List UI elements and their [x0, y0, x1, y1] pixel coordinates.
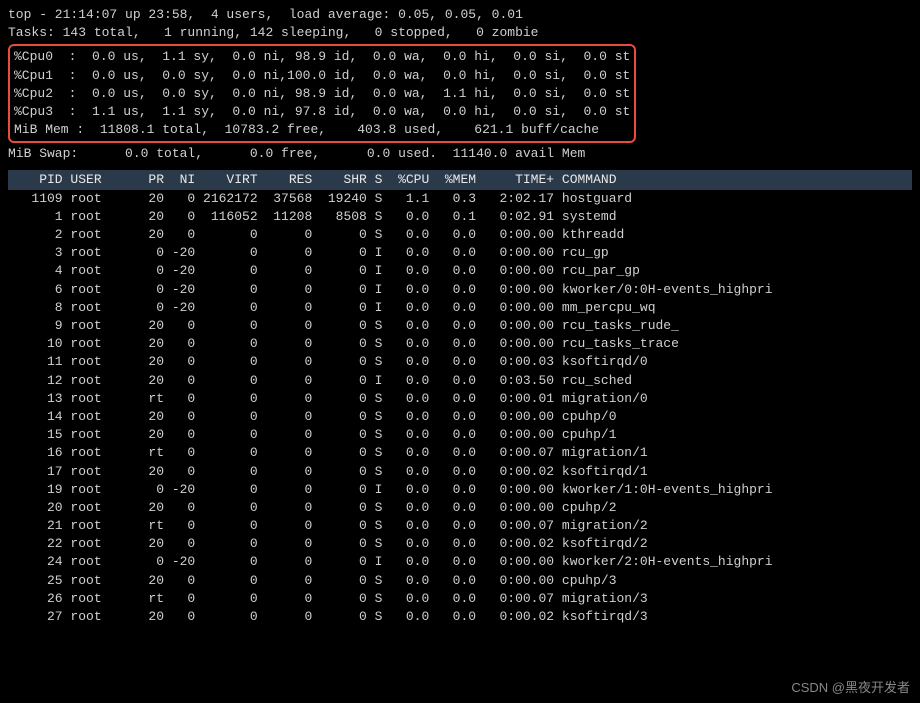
process-row[interactable]: 17 root 20 0 0 0 0 S 0.0 0.0 0:00.02 kso…	[8, 463, 912, 481]
process-row[interactable]: 3 root 0 -20 0 0 0 I 0.0 0.0 0:00.00 rcu…	[8, 244, 912, 262]
process-row[interactable]: 20 root 20 0 0 0 0 S 0.0 0.0 0:00.00 cpu…	[8, 499, 912, 517]
process-row[interactable]: 22 root 20 0 0 0 0 S 0.0 0.0 0:00.02 kso…	[8, 535, 912, 553]
process-row[interactable]: 26 root rt 0 0 0 0 S 0.0 0.0 0:00.07 mig…	[8, 590, 912, 608]
process-row[interactable]: 19 root 0 -20 0 0 0 I 0.0 0.0 0:00.00 kw…	[8, 481, 912, 499]
process-row[interactable]: 4 root 0 -20 0 0 0 I 0.0 0.0 0:00.00 rcu…	[8, 262, 912, 280]
process-row[interactable]: 14 root 20 0 0 0 0 S 0.0 0.0 0:00.00 cpu…	[8, 408, 912, 426]
watermark-text: CSDN @黑夜开发者	[791, 679, 910, 697]
process-row[interactable]: 21 root rt 0 0 0 0 S 0.0 0.0 0:00.07 mig…	[8, 517, 912, 535]
process-row[interactable]: 12 root 20 0 0 0 0 I 0.0 0.0 0:03.50 rcu…	[8, 372, 912, 390]
process-row[interactable]: 27 root 20 0 0 0 0 S 0.0 0.0 0:00.02 kso…	[8, 608, 912, 626]
process-row[interactable]: 15 root 20 0 0 0 0 S 0.0 0.0 0:00.00 cpu…	[8, 426, 912, 444]
process-row[interactable]: 2 root 20 0 0 0 0 S 0.0 0.0 0:00.00 kthr…	[8, 226, 912, 244]
process-row[interactable]: 13 root rt 0 0 0 0 S 0.0 0.0 0:00.01 mig…	[8, 390, 912, 408]
cpu0-line: %Cpu0 : 0.0 us, 1.1 sy, 0.0 ni, 98.9 id,…	[14, 48, 630, 66]
process-row[interactable]: 1 root 20 0 116052 11208 8508 S 0.0 0.1 …	[8, 208, 912, 226]
cpu-mem-highlight-box: %Cpu0 : 0.0 us, 1.1 sy, 0.0 ni, 98.9 id,…	[8, 44, 636, 143]
swap-line: MiB Swap: 0.0 total, 0.0 free, 0.0 used.…	[8, 145, 912, 163]
cpu1-line: %Cpu1 : 0.0 us, 0.0 sy, 0.0 ni,100.0 id,…	[14, 67, 630, 85]
process-row[interactable]: 16 root rt 0 0 0 0 S 0.0 0.0 0:00.07 mig…	[8, 444, 912, 462]
process-row[interactable]: 9 root 20 0 0 0 0 S 0.0 0.0 0:00.00 rcu_…	[8, 317, 912, 335]
top-tasks-line: Tasks: 143 total, 1 running, 142 sleepin…	[8, 24, 912, 42]
process-row[interactable]: 11 root 20 0 0 0 0 S 0.0 0.0 0:00.03 kso…	[8, 353, 912, 371]
process-row[interactable]: 25 root 20 0 0 0 0 S 0.0 0.0 0:00.00 cpu…	[8, 572, 912, 590]
mem-line: MiB Mem : 11808.1 total, 10783.2 free, 4…	[14, 121, 630, 139]
process-row[interactable]: 6 root 0 -20 0 0 0 I 0.0 0.0 0:00.00 kwo…	[8, 281, 912, 299]
process-row[interactable]: 8 root 0 -20 0 0 0 I 0.0 0.0 0:00.00 mm_…	[8, 299, 912, 317]
cpu2-line: %Cpu2 : 0.0 us, 0.0 sy, 0.0 ni, 98.9 id,…	[14, 85, 630, 103]
process-row[interactable]: 1109 root 20 0 2162172 37568 19240 S 1.1…	[8, 190, 912, 208]
process-table-body: 1109 root 20 0 2162172 37568 19240 S 1.1…	[8, 190, 912, 627]
top-uptime-line: top - 21:14:07 up 23:58, 4 users, load a…	[8, 6, 912, 24]
cpu3-line: %Cpu3 : 1.1 us, 1.1 sy, 0.0 ni, 97.8 id,…	[14, 103, 630, 121]
process-row[interactable]: 10 root 20 0 0 0 0 S 0.0 0.0 0:00.00 rcu…	[8, 335, 912, 353]
process-row[interactable]: 24 root 0 -20 0 0 0 I 0.0 0.0 0:00.00 kw…	[8, 553, 912, 571]
process-table-header[interactable]: PID USER PR NI VIRT RES SHR S %CPU %MEM …	[8, 170, 912, 190]
